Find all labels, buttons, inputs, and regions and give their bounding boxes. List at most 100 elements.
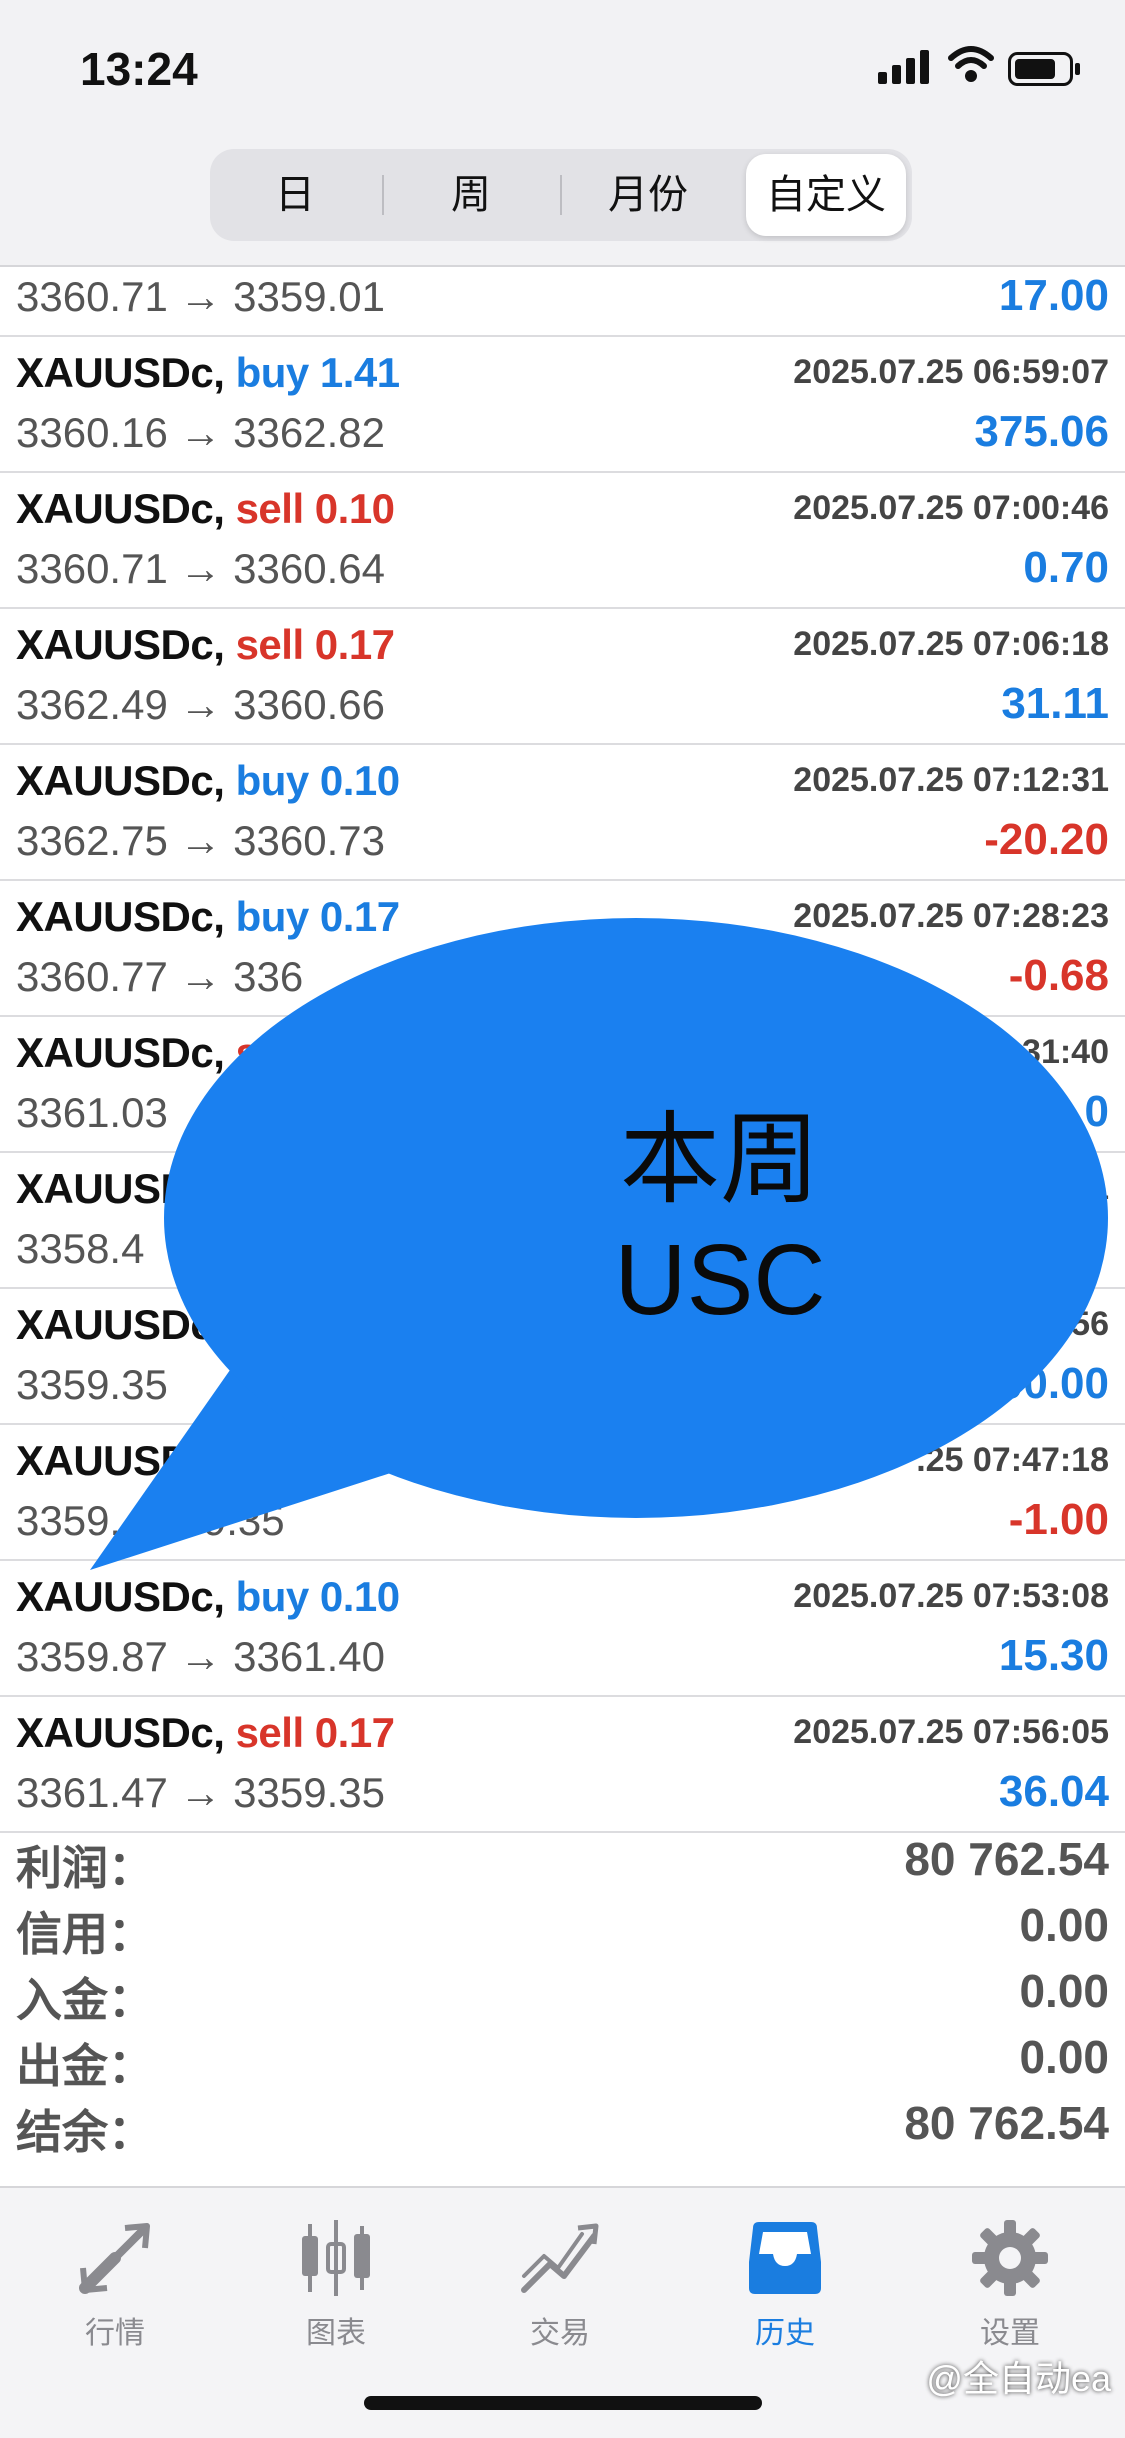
trade-symbol-line: XAUUSDc, sell 0.10 [16, 485, 395, 533]
summary-credit: 信用： 0.00 [0, 1894, 1125, 1960]
trade-prices: 3359. 3359.35 [16, 1497, 285, 1544]
trade-volume: 0.17 [314, 621, 395, 668]
period-segmented-control: 日 周 月份 自定义 [210, 149, 912, 241]
tab-label: 历史 [755, 2317, 815, 2350]
trade-profit: 31.11 [1001, 679, 1109, 728]
trade-row[interactable]: XAUUSDc, buy 1.41 2025.07.25 06:59:07 33… [0, 337, 1125, 473]
gear-icon [972, 2220, 1048, 2296]
trade-side: sell [235, 621, 305, 668]
trade-symbol: XAUUSDc, [16, 1301, 225, 1348]
trade-symbol: XAUUSD [16, 1437, 191, 1484]
trade-prices: 3362.75 → 3360.73 [16, 817, 385, 864]
trade-row[interactable]: XAUUSDc, sell 0.10 2025.07.25 07:00:46 3… [0, 473, 1125, 609]
history-inbox-icon [749, 2222, 821, 2294]
trade-side: buy [235, 893, 310, 940]
trade-row[interactable]: XAUUSDc, sell 0.17 2025.07.25 07:06:18 3… [0, 609, 1125, 745]
trade-symbol: XAUUSDc, [16, 757, 225, 804]
trade-symbol: XAUUSD [16, 1165, 191, 1212]
trade-symbol: XAUUSDc, [16, 1029, 225, 1076]
segment-week[interactable]: 周 [384, 149, 558, 241]
tab-charts[interactable]: 图表 [256, 2208, 416, 2350]
trade-datetime: 31:40 [1022, 1033, 1109, 1071]
summary-value: 0.00 [1019, 2031, 1109, 2083]
tab-label: 行情 [85, 2317, 145, 2350]
trade-symbol-line: XAUUSDc, buy 0.10 [16, 1573, 400, 1621]
tab-history[interactable]: 历史 [705, 2208, 865, 2350]
trade-volume: 0.17 [314, 1709, 395, 1756]
cellular-signal-icon [878, 50, 929, 84]
trade-prices: 3361.47 → 3359.35 [16, 1769, 385, 1816]
tab-settings[interactable]: 设置 [930, 2208, 1090, 2350]
summary-profit: 利润： 80 762.54 [0, 1828, 1125, 1894]
summary-label: 信用： [16, 1908, 154, 1960]
trade-side: buy [235, 349, 310, 396]
quotes-arrows-icon [79, 2223, 150, 2294]
bubble-line-2: USC [614, 1224, 826, 1336]
candlestick-chart-icon [302, 2220, 370, 2296]
tab-trade[interactable]: 交易 [480, 2208, 640, 2350]
trade-prices: 3360.71 → 3360.64 [16, 545, 385, 592]
account-summary: 利润： 80 762.54 信用： 0.00 入金： 0.00 出金： 0.00… [0, 1828, 1125, 2158]
trade-volume: 0.10 [314, 485, 395, 532]
trade-line-icon [521, 2223, 599, 2293]
trade-history-list[interactable]: 3360.71 → 3359.01 17.00 XAUUSDc, buy 1.4… [0, 265, 1125, 1833]
trade-symbol-line: XAUUSDc, se [16, 1029, 282, 1077]
trade-prices: 3358.4 [16, 1225, 145, 1272]
trade-side: sell [235, 485, 305, 532]
summary-label: 入金： [16, 1974, 154, 2026]
trade-symbol-line: XAUUSDc, buy 0.17 [16, 893, 400, 941]
trade-datetime: .25 07:47:18 [916, 1441, 1109, 1479]
trade-symbol-line: XAUUSDc, buy 1.41 [16, 349, 400, 397]
segment-custom[interactable]: 自定义 [746, 154, 906, 236]
status-bar: 13:24 [0, 0, 1125, 135]
segment-day[interactable]: 日 [210, 149, 380, 241]
trade-prices: 3359.87 → 3361.40 [16, 1633, 385, 1680]
trade-profit: -1.00 [1008, 1495, 1109, 1544]
home-indicator[interactable] [364, 2396, 762, 2410]
trade-symbol-line: XAUUSDc, buy 0.10 [16, 757, 400, 805]
trade-profit: 00.00 [998, 1359, 1109, 1408]
segment-month[interactable]: 月份 [562, 149, 734, 241]
summary-value: 0.00 [1019, 1899, 1109, 1951]
trade-prices: 3360.71 → 3359.01 [16, 273, 385, 320]
trade-profit: -20.20 [984, 815, 1109, 864]
trade-side: se [235, 1029, 282, 1076]
trade-datetime: 2025.07.25 07:53:08 [793, 1577, 1109, 1615]
trade-datetime: 2025.07.25 07:06:18 [793, 625, 1109, 663]
trade-symbol-line: XAUUSDc, sell 0.17 [16, 1709, 395, 1757]
trade-prices: 3359.35 [16, 1361, 168, 1408]
trade-profit: 17.00 [998, 271, 1109, 320]
trade-row[interactable]: XAUUSDc, sell 0.17 2025.07.25 07:56:05 3… [0, 1697, 1125, 1833]
trade-profit: 375.06 [974, 407, 1109, 456]
trade-symbol: XAUUSDc, [16, 1709, 225, 1756]
trade-row[interactable]: XAUUSDc, buy 0.10 2025.07.25 07:53:08 33… [0, 1561, 1125, 1697]
summary-withdrawal: 出金： 0.00 [0, 2026, 1125, 2092]
trade-row[interactable]: 3360.71 → 3359.01 17.00 [0, 265, 1125, 337]
trade-profit: -0.68 [1008, 951, 1109, 1000]
trade-row[interactable]: XAUUSD .25 07:47:18 3359. 3359.35 -1.00 [0, 1425, 1125, 1561]
battery-icon [1008, 52, 1080, 86]
trade-profit: 36.04 [998, 1767, 1109, 1816]
trade-datetime: 2025.07.25 07:56:05 [793, 1713, 1109, 1751]
wifi-icon [948, 46, 994, 82]
summary-label: 出金： [16, 2040, 154, 2092]
trade-symbol: XAUUSDc, [16, 893, 225, 940]
trade-prices: 3360.77 → 336 [16, 953, 304, 1000]
summary-label: 利润： [16, 1842, 154, 1894]
trade-volume: 1.41 [319, 349, 400, 396]
trade-datetime: 1 [1090, 1169, 1109, 1207]
trade-side: sell [235, 1709, 305, 1756]
tab-quotes[interactable]: 行情 [35, 2208, 195, 2350]
summary-value: 0.00 [1019, 1965, 1109, 2017]
trade-symbol-line: XAUUSDc, sell 0.17 [16, 621, 395, 669]
tab-label: 交易 [530, 2317, 590, 2350]
trade-symbol: XAUUSDc, [16, 621, 225, 668]
trade-datetime: 2025.07.25 07:12:31 [793, 761, 1109, 799]
trade-row[interactable]: XAUUSDc, buy 0.17 2025.07.25 07:28:23 33… [0, 881, 1125, 1017]
trade-row[interactable]: XAUUSDc, buy 0.10 2025.07.25 07:12:31 33… [0, 745, 1125, 881]
trade-profit: 0.70 [1023, 543, 1109, 592]
trade-profit: 15.30 [998, 1631, 1109, 1680]
watermark: @全自动ea [926, 2358, 1111, 2399]
trade-symbol: XAUUSDc, [16, 1573, 225, 1620]
trade-symbol: XAUUSDc, [16, 349, 225, 396]
